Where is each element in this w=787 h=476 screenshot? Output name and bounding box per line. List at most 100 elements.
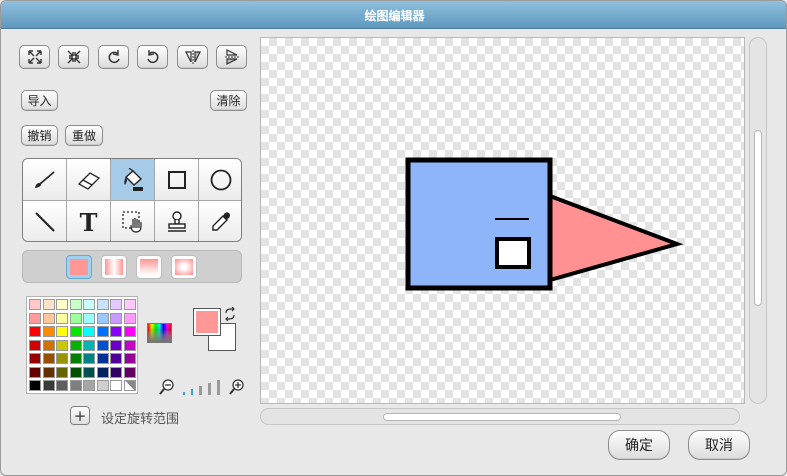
palette-swatch[interactable] <box>96 299 109 310</box>
palette-swatch[interactable] <box>123 366 136 378</box>
palette-swatch[interactable] <box>69 339 82 351</box>
fill-horizontal-gradient-option[interactable] <box>101 255 127 279</box>
vertical-scroll-thumb[interactable] <box>754 130 762 306</box>
palette-swatch[interactable] <box>83 339 95 351</box>
flip-vertical-button[interactable] <box>216 45 247 69</box>
foreground-color-swatch[interactable] <box>193 308 221 336</box>
palette-swatch[interactable] <box>123 299 136 310</box>
ok-button[interactable]: 确定 <box>608 430 670 460</box>
horizontal-scroll-thumb[interactable] <box>383 413 621 421</box>
swap-colors-icon[interactable] <box>223 307 237 321</box>
palette-swatch[interactable] <box>83 353 95 364</box>
palette-swatch[interactable] <box>96 353 109 364</box>
palette-swatch[interactable] <box>29 326 41 337</box>
ellipse-tool[interactable] <box>199 159 241 201</box>
palette-swatch[interactable] <box>110 339 122 351</box>
palette-swatch[interactable] <box>56 380 68 391</box>
horizontal-scrollbar[interactable] <box>260 408 740 425</box>
palette-swatch[interactable] <box>42 339 55 351</box>
cancel-button[interactable]: 取消 <box>688 430 750 460</box>
title-bar[interactable]: 绘图编辑器 <box>1 1 786 29</box>
palette-swatch[interactable] <box>56 339 68 351</box>
palette-swatch[interactable] <box>83 312 95 324</box>
select-tool[interactable] <box>111 201 155 241</box>
redo-button[interactable]: 重做 <box>65 125 103 146</box>
palette-swatch[interactable] <box>69 353 82 364</box>
text-tool[interactable]: T <box>67 201 111 241</box>
rotate-right-button[interactable] <box>137 45 168 69</box>
palette-swatch[interactable] <box>110 312 122 324</box>
eyedropper-tool[interactable] <box>199 201 241 241</box>
palette-swatch[interactable] <box>110 380 122 391</box>
palette-swatch[interactable] <box>123 339 136 351</box>
drawing-canvas[interactable] <box>260 37 745 404</box>
fill-solid-option[interactable] <box>66 255 92 279</box>
set-rotation-center-button[interactable]: + <box>70 406 90 425</box>
color-picker-button[interactable] <box>147 323 172 343</box>
palette-swatch[interactable] <box>29 299 41 310</box>
palette-swatch[interactable] <box>110 366 122 378</box>
palette-swatch[interactable] <box>69 380 82 391</box>
palette-swatch[interactable] <box>56 326 68 337</box>
vertical-scrollbar[interactable] <box>749 37 767 404</box>
palette-swatch[interactable] <box>29 312 41 324</box>
pen-size-5[interactable] <box>217 380 220 395</box>
palette-swatch[interactable] <box>42 312 55 324</box>
palette-swatch[interactable] <box>42 380 55 391</box>
palette-swatch[interactable] <box>110 326 122 337</box>
palette-swatch[interactable] <box>110 299 122 310</box>
clear-button[interactable]: 清除 <box>210 90 247 111</box>
grow-button[interactable] <box>19 45 50 69</box>
palette-swatch[interactable] <box>42 326 55 337</box>
line-tool[interactable] <box>23 201 67 241</box>
palette-swatch[interactable] <box>69 312 82 324</box>
import-button[interactable]: 导入 <box>21 90 58 111</box>
palette-swatch[interactable] <box>29 380 41 391</box>
zoom-in-icon[interactable] <box>229 379 244 395</box>
fill-radial-gradient-option[interactable] <box>171 255 197 279</box>
pen-size-2[interactable] <box>191 389 193 395</box>
pen-size-4[interactable] <box>208 383 211 395</box>
palette-swatch[interactable] <box>42 299 55 310</box>
pen-size-1[interactable] <box>183 392 185 395</box>
stamp-tool[interactable] <box>155 201 199 241</box>
palette-swatch[interactable] <box>96 380 109 391</box>
palette-swatch[interactable] <box>29 366 41 378</box>
palette-swatch[interactable] <box>83 380 95 391</box>
palette-swatch[interactable] <box>56 299 68 310</box>
rotate-left-button[interactable] <box>98 45 129 69</box>
palette-swatch[interactable] <box>56 366 68 378</box>
palette-swatch[interactable] <box>110 353 122 364</box>
palette-swatch[interactable] <box>96 366 109 378</box>
transparent-swatch[interactable] <box>123 380 136 391</box>
palette-swatch[interactable] <box>56 312 68 324</box>
palette-swatch[interactable] <box>83 299 95 310</box>
palette-swatch[interactable] <box>42 353 55 364</box>
fill-tool[interactable] <box>111 159 155 201</box>
palette-swatch[interactable] <box>29 353 41 364</box>
palette-swatch[interactable] <box>29 339 41 351</box>
palette-swatch[interactable] <box>96 326 109 337</box>
palette-swatch[interactable] <box>123 353 136 364</box>
small-square-shape[interactable] <box>495 237 531 269</box>
brush-tool[interactable] <box>23 159 67 201</box>
palette-swatch[interactable] <box>83 326 95 337</box>
palette-swatch[interactable] <box>96 312 109 324</box>
rectangle-tool[interactable] <box>155 159 199 201</box>
eraser-tool[interactable] <box>67 159 111 201</box>
pen-size-3[interactable] <box>199 386 202 395</box>
palette-swatch[interactable] <box>42 366 55 378</box>
shrink-button[interactable] <box>58 45 89 69</box>
fill-vertical-gradient-option[interactable] <box>136 255 162 279</box>
zoom-out-icon[interactable] <box>159 379 174 395</box>
palette-swatch[interactable] <box>56 353 68 364</box>
palette-swatch[interactable] <box>69 299 82 310</box>
triangle-shape[interactable] <box>548 193 684 283</box>
palette-swatch[interactable] <box>83 366 95 378</box>
palette-swatch[interactable] <box>123 326 136 337</box>
flip-horizontal-button[interactable] <box>177 45 208 69</box>
palette-swatch[interactable] <box>69 326 82 337</box>
palette-swatch[interactable] <box>96 339 109 351</box>
undo-button[interactable]: 撤销 <box>21 125 58 146</box>
palette-swatch[interactable] <box>69 366 82 378</box>
